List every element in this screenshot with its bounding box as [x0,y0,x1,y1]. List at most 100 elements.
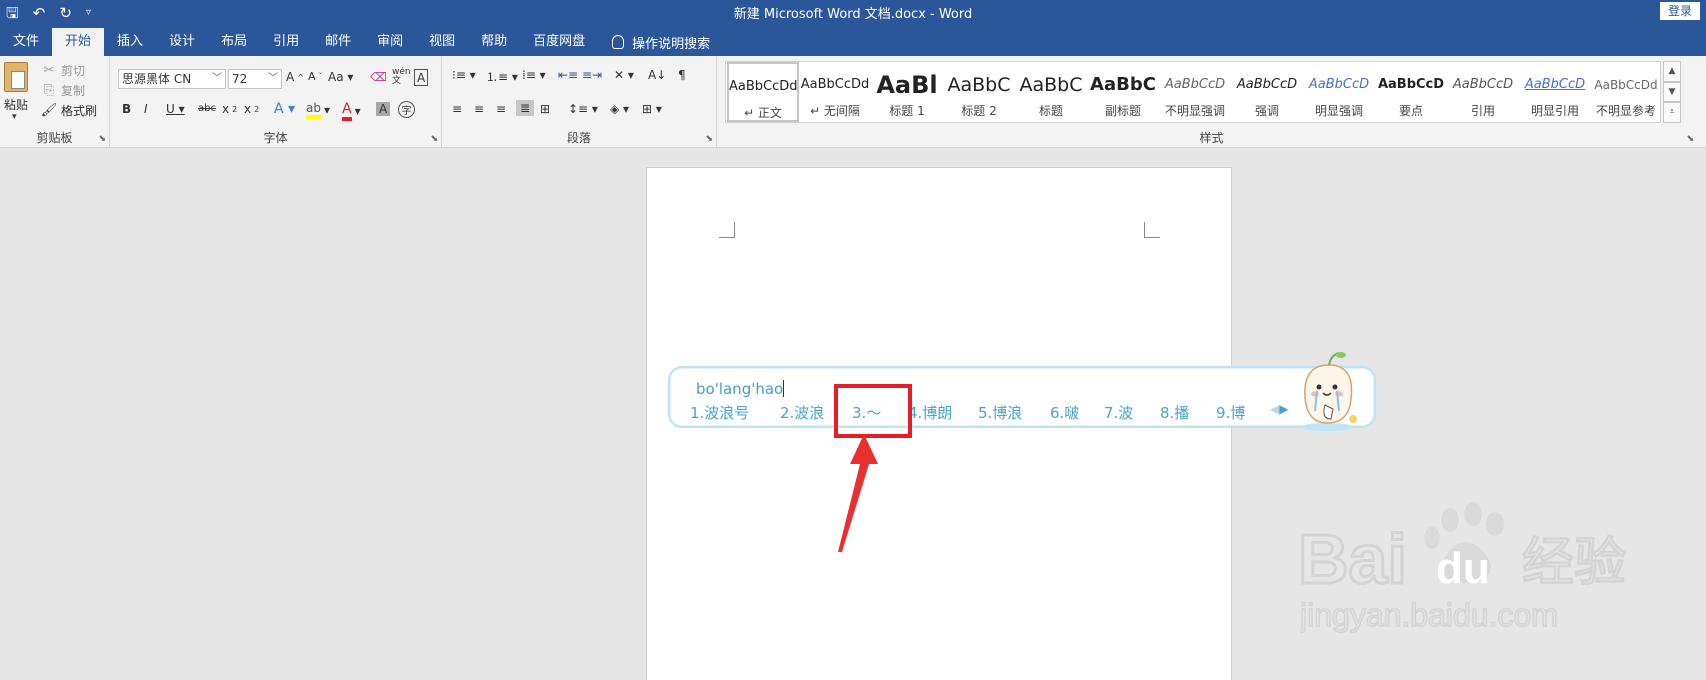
superscript-icon[interactable]: x2 [244,102,259,116]
copy-button[interactable]: ⎘ 复制 [40,82,85,99]
text-caret [783,380,785,397]
increase-indent-icon[interactable]: ≡⇥ [582,68,602,82]
font-name-combo[interactable]: 思源黑体 CN ﹀ [118,69,226,89]
style-subtitle[interactable]: AaBbC 副标题 [1087,62,1159,122]
ime-prev-page-icon[interactable]: ◀ [1270,402,1279,416]
title-bar: 🖫 ↶ ↻ ▿ 新建 Microsoft Word 文档.docx - Word… [0,0,1706,26]
tab-design[interactable]: 设计 [156,28,208,56]
paragraph-group: ⁝≡ ▾ ⒈≡ ▾ ⁞≡ ▾ ⇤≡ ≡⇥ ✕ ▾ A↓ ¶ ≡ ≡ ≡ ≣ ⊞ … [442,56,717,148]
ribbon: 粘贴 ▾ ✂ 剪切 ⎘ 复制 🖌 格式刷 剪贴板 ⬊ 思源黑体 CN ﹀ 72 ﹀ A ^ … [0,56,1706,148]
text-effects-icon[interactable]: A ▾ [274,101,295,117]
style-intense-quote[interactable]: AaBbCcD 明显引用 [1519,62,1591,122]
subscript-icon[interactable]: x2 [222,102,237,116]
copy-icon: ⎘ [43,82,55,98]
clipboard-launcher-icon[interactable]: ⬊ [98,134,106,144]
paste-dropdown-icon[interactable]: ▾ [12,112,17,122]
chinese-layout-icon[interactable]: ✕ ▾ [614,68,634,82]
align-left-icon[interactable]: ≡ [452,102,462,116]
ime-next-page-icon[interactable]: ▶ [1279,402,1288,416]
tab-mailings[interactable]: 邮件 [312,28,364,56]
style-subtle-emphasis[interactable]: AaBbCcD 不明显强调 [1159,62,1231,122]
style-heading-2[interactable]: AaBbC 标题 2 [943,62,1015,122]
paste-label: 粘贴 [4,98,29,112]
watermark-brand-tail: du [1436,544,1490,593]
ime-candidate-4[interactable]: 4.博朗 [908,402,952,423]
style-quote[interactable]: AaBbCcD 引用 [1447,62,1519,122]
bold-icon[interactable]: B [122,102,131,116]
font-size-combo[interactable]: 72 ﹀ [228,69,282,89]
sort-icon[interactable]: A↓ [648,68,666,82]
ime-candidate-window: bo'lang'hao 1.波浪号 2.波浪 3.～ 4.博朗 5.博浪 6.啵… [668,366,1376,428]
ime-candidate-6[interactable]: 6.啵 [1050,402,1079,423]
character-shading-icon[interactable]: A [376,102,391,116]
shrink-font-icon[interactable]: Aˇ [308,70,323,83]
tab-references[interactable]: 引用 [260,28,312,56]
character-border-icon[interactable]: A [414,69,429,86]
gallery-up-icon[interactable]: ▲ [1663,61,1681,82]
login-button[interactable]: 登录 [1659,2,1700,20]
cut-button[interactable]: ✂ 剪切 [40,62,85,79]
tab-layout[interactable]: 布局 [208,28,260,56]
style-subtle-reference[interactable]: AaBbCcDd 不明显参考 [1591,62,1661,122]
font-color-icon[interactable]: A ▾ [342,101,361,121]
borders-icon[interactable]: ⊞ ▾ [642,102,662,116]
style-title[interactable]: AaBbC 标题 [1015,62,1087,122]
gallery-more-icon[interactable]: ⩡ [1663,102,1681,124]
line-spacing-icon[interactable]: ↕≡ ▾ [568,102,598,116]
annotation-highlight-box [834,384,912,438]
style-emphasis[interactable]: AaBbCcD 强调 [1231,62,1303,122]
style-intense-emphasis[interactable]: AaBbCcD 明显强调 [1303,62,1375,122]
styles-launcher-icon[interactable]: ⬊ [1686,134,1694,144]
bullets-icon[interactable]: ⁝≡ ▾ [452,68,476,82]
paragraph-launcher-icon[interactable]: ⬊ [705,134,713,144]
decrease-indent-icon[interactable]: ⇤≡ [558,68,578,82]
gallery-down-icon[interactable]: ▼ [1663,81,1681,103]
numbering-icon[interactable]: ⒈≡ ▾ [486,68,518,85]
chevron-down-icon: ﹀ [212,73,222,84]
tab-help[interactable]: 帮助 [468,28,520,56]
annotation-arrow-icon [838,434,878,552]
tell-me-search[interactable]: 操作说明搜索 [598,28,710,56]
tab-home[interactable]: 开始 [52,28,105,56]
paste-icon[interactable] [4,62,28,92]
change-case-icon[interactable]: Aa ▾ [328,70,353,84]
distributed-icon[interactable]: ⊞ [540,102,550,116]
format-painter-button[interactable]: 🖌 格式刷 [40,102,97,119]
tab-file[interactable]: 文件 [0,28,52,56]
align-right-icon[interactable]: ≡ [496,102,506,116]
tab-review[interactable]: 审阅 [364,28,416,56]
ime-candidate-2[interactable]: 2.波浪 [780,402,824,423]
style-heading-1[interactable]: AaBl 标题 1 [871,62,943,122]
ime-candidate-8[interactable]: 8.播 [1160,402,1189,423]
ime-candidate-5[interactable]: 5.博浪 [978,402,1022,423]
justify-icon[interactable]: ≣ [516,100,535,116]
align-center-icon[interactable]: ≡ [474,102,484,116]
scissors-icon: ✂ [43,62,55,78]
grow-font-icon[interactable]: A ^ [286,70,304,84]
style-normal[interactable]: AaBbCcDd ↵ 正文 [727,62,799,122]
style-no-spacing[interactable]: AaBbCcDd ↵ 无间隔 [799,62,871,122]
paste-button[interactable]: 粘贴 [4,96,28,113]
clear-formatting-icon[interactable]: ⌫ [370,70,387,84]
font-launcher-icon[interactable]: ⬊ [430,134,438,144]
multilevel-list-icon[interactable]: ⁞≡ ▾ [522,68,546,82]
italic-icon[interactable]: I [144,102,148,116]
show-marks-icon[interactable]: ¶ [678,68,686,82]
clipboard-group-label: 剪贴板 [36,131,73,145]
shading-icon[interactable]: ◈ ▾ [610,102,629,116]
highlight-color-icon[interactable]: ab ▾ [306,101,330,119]
tab-insert[interactable]: 插入 [104,28,156,56]
tab-baidu-netdisk[interactable]: 百度网盘 [520,28,598,56]
phonetic-guide-icon[interactable]: wén 文 [392,68,411,86]
strikethrough-icon[interactable]: abc [198,103,216,114]
ime-candidate-1[interactable]: 1.波浪号 [690,402,749,423]
font-group-label: 字体 [263,131,288,145]
enclose-characters-icon[interactable]: 字 [398,101,415,118]
tab-view[interactable]: 视图 [416,28,468,56]
ime-candidate-7[interactable]: 7.波 [1104,402,1133,423]
ime-candidate-9[interactable]: 9.博 [1216,402,1245,423]
style-strong[interactable]: AaBbCcD 要点 [1375,62,1447,122]
underline-icon[interactable]: U ▾ [166,102,185,116]
styles-group-label: 样式 [1199,131,1224,145]
tell-me-label: 操作说明搜索 [632,36,711,52]
